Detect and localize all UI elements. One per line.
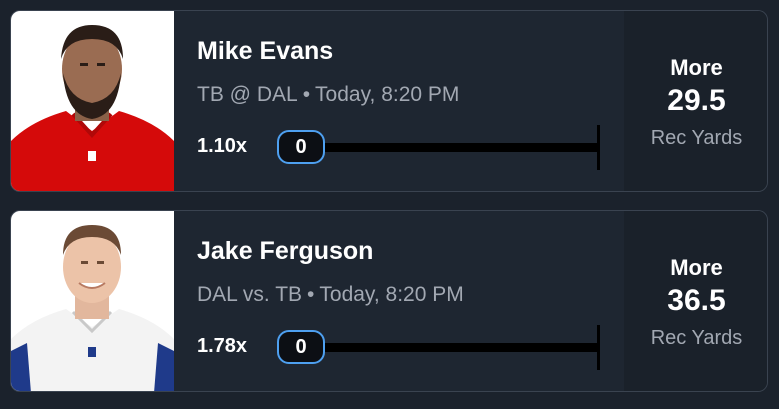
player-name: Jake Ferguson (197, 237, 374, 265)
game-time: Today, 8:20 PM (315, 83, 460, 106)
projection-line: 29.5 (667, 84, 726, 117)
player-name: Mike Evans (197, 37, 334, 65)
pick-card[interactable]: Mike Evans TB @ DAL • Today, 8:20 PM 1.10x… (10, 10, 768, 192)
multiplier: 1.78x (197, 335, 248, 357)
pick-slider-end (597, 325, 600, 370)
game-time: Today, 8:20 PM (319, 283, 464, 306)
pick-direction-label: More (670, 55, 723, 80)
projection-line: 36.5 (667, 284, 726, 317)
game-info: TB @ DAL • Today, 8:20 PM (197, 83, 459, 107)
player-headshot (11, 11, 174, 191)
matchup: DAL vs. TB (197, 283, 303, 306)
pick-slider-track[interactable] (311, 143, 599, 152)
separator: • (307, 283, 315, 306)
game-info: DAL vs. TB • Today, 8:20 PM (197, 283, 464, 307)
pick-slider-track[interactable] (311, 343, 599, 352)
matchup: TB @ DAL (197, 83, 298, 106)
more-button[interactable]: More 29.5 Rec Yards (624, 11, 767, 191)
stat-type: Rec Yards (650, 327, 743, 349)
pick-card[interactable]: Jake Ferguson DAL vs. TB • Today, 8:20 PM … (10, 210, 768, 392)
player-headshot (11, 211, 174, 391)
pick-count-badge[interactable]: 0 (277, 330, 325, 364)
pick-direction-label: More (670, 255, 723, 280)
pick-count-badge[interactable]: 0 (277, 130, 325, 164)
separator: • (302, 83, 311, 106)
pick-slider-end (597, 125, 600, 170)
multiplier: 1.10x (197, 135, 248, 157)
more-button[interactable]: More 36.5 Rec Yards (624, 211, 767, 391)
stat-type: Rec Yards (650, 127, 743, 149)
